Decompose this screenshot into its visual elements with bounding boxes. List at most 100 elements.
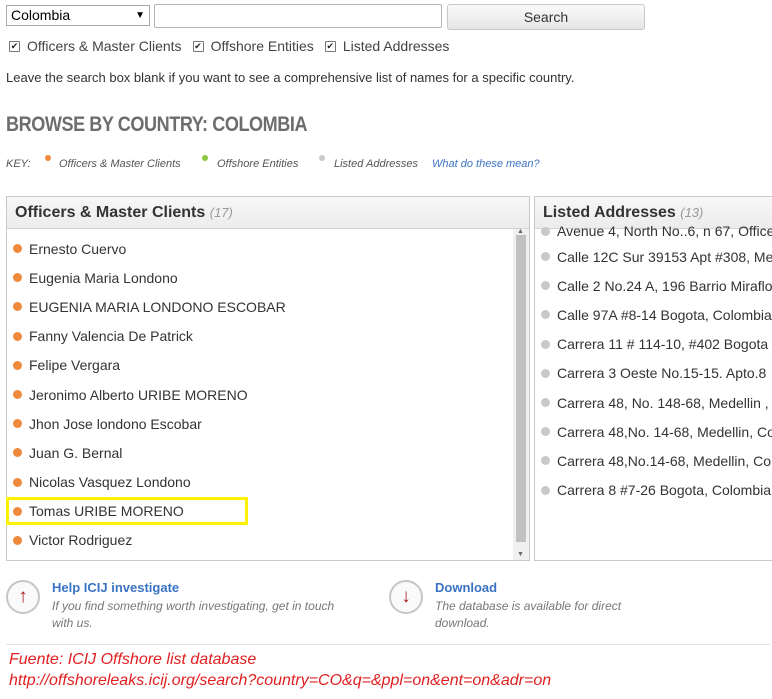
country-select[interactable]: Colombia ▼ <box>6 5 150 26</box>
search-button[interactable]: Search <box>447 4 645 30</box>
address-dot-icon <box>541 485 550 495</box>
list-item[interactable]: Victor Rodriguez <box>7 526 529 555</box>
list-item[interactable]: Avenue 4, North No..6, n 67, Office <box>535 220 772 242</box>
address-text: Carrera 48,No. 14-68, Medellin, Co <box>557 423 772 440</box>
download-desc: The database is available for direct dow… <box>435 598 621 632</box>
officer-dot-icon <box>13 360 22 370</box>
key-addresses: Listed Addresses <box>334 158 418 170</box>
list-item[interactable]: Ernesto Cuervo <box>7 234 529 263</box>
list-item[interactable]: Carrera 11 # 114-10, #402 Bogota <box>535 330 772 359</box>
list-item[interactable]: Fanny Valencia De Patrick <box>7 322 529 351</box>
filter-entities-label: Offshore Entities <box>210 38 314 54</box>
officer-dot-icon <box>13 448 22 458</box>
address-dot-icon <box>541 226 550 236</box>
officer-name: Jhon Jose londono Escobar <box>29 415 202 432</box>
filter-addresses-label: Listed Addresses <box>342 38 450 54</box>
list-item[interactable]: Carrera 8 #7-26 Bogota, Colombia <box>535 476 772 505</box>
source-url: http://offshoreleaks.icij.org/search?cou… <box>9 672 552 689</box>
key-help-link[interactable]: What do these mean? <box>432 158 540 170</box>
officer-dot-icon <box>13 244 22 254</box>
list-item-highlighted[interactable]: Tomas URIBE MORENO <box>7 497 529 526</box>
officer-name: Fanny Valencia De Patrick <box>29 328 193 345</box>
help-desc-line-1: If you find something worth investigatin… <box>52 599 335 613</box>
chevron-down-icon: ▼ <box>135 10 145 21</box>
page-title: BROWSE BY COUNTRY: COLOMBIA <box>6 113 308 136</box>
officers-checkbox-icon[interactable]: ✔ <box>9 40 20 52</box>
address-text: Carrera 8 #7-26 Bogota, Colombia <box>557 482 772 499</box>
scroll-down-icon[interactable]: ▼ <box>517 551 524 558</box>
list-item[interactable]: Jeronimo Alberto URIBE MORENO <box>7 380 529 409</box>
address-text: Carrera 3 Oeste No.15-15. Apto.8 <box>557 365 767 382</box>
key-label: KEY: <box>6 158 31 170</box>
key-entities: Offshore Entities <box>217 158 299 170</box>
list-item[interactable]: Carrera 48,No.14-68, Medellin, Co <box>535 446 772 475</box>
divider <box>6 644 770 645</box>
filter-officers[interactable]: ✔ Officers & Master Clients <box>9 38 182 54</box>
officer-dot-icon <box>13 506 22 516</box>
list-item[interactable]: Carrera 48,No. 14-68, Medellin, Co <box>535 417 772 446</box>
download-desc-line-2: download. <box>435 616 490 630</box>
officer-name: Felipe Vergara <box>29 357 121 374</box>
list-item[interactable]: Calle 2 No.24 A, 196 Barrio Miraflo <box>535 271 772 300</box>
officers-panel-title: Officers & Master Clients <box>15 204 206 221</box>
addresses-checkbox-icon[interactable]: ✔ <box>324 40 336 52</box>
source-caption: Fuente: ICIJ Offshore list database <box>9 651 257 668</box>
address-dot-icon <box>541 368 550 378</box>
list-item[interactable]: Calle 12C Sur 39153 Apt #308, Me <box>535 242 772 271</box>
entities-checkbox-icon[interactable]: ✔ <box>192 40 204 52</box>
officer-dot-icon <box>45 155 51 161</box>
filter-entities[interactable]: ✔ Offshore Entities <box>192 38 314 54</box>
download-block: ↓ Download The database is available for… <box>389 578 669 638</box>
addresses-panel-title: Listed Addresses <box>543 204 676 221</box>
arrow-down-icon[interactable]: ↓ <box>389 580 423 614</box>
addresses-count: (13) <box>680 205 704 220</box>
officer-name: EUGENIA MARIA LONDONO ESCOBAR <box>29 298 286 315</box>
list-item[interactable]: Calle 97A #8-14 Bogota, Colombia <box>535 300 772 329</box>
entity-dot-icon <box>202 155 208 161</box>
scroll-thumb[interactable] <box>516 235 526 542</box>
list-item[interactable]: Carrera 48, No. 148-68, Medellin , <box>535 388 772 417</box>
search-bar: Colombia ▼ Search <box>6 4 646 30</box>
address-text: Carrera 48,No.14-68, Medellin, Co <box>557 452 771 469</box>
list-item[interactable]: EUGENIA MARIA LONDONO ESCOBAR <box>7 292 529 321</box>
officer-dot-icon <box>13 535 22 545</box>
address-dot-icon <box>541 398 550 408</box>
officer-dot-icon <box>13 302 22 312</box>
download-desc-line-1: The database is available for direct <box>435 599 622 613</box>
arrow-up-icon[interactable]: ↑ <box>6 580 40 614</box>
list-item[interactable]: Eugenia Maria Londono <box>7 263 529 292</box>
officer-name: Tomas URIBE MORENO <box>29 503 184 520</box>
filter-options: ✔ Officers & Master Clients ✔ Offshore E… <box>9 38 449 54</box>
officers-panel: Officers & Master Clients (17) Ernesto C… <box>6 196 530 561</box>
list-item[interactable]: Nicolas Vasquez Londono <box>7 468 529 497</box>
help-investigate-desc: If you find something worth investigatin… <box>52 598 334 632</box>
filter-addresses[interactable]: ✔ Listed Addresses <box>324 38 450 54</box>
help-investigate-link[interactable]: Help ICIJ investigate <box>52 580 179 595</box>
list-item[interactable]: Juan G. Bernal <box>7 438 529 467</box>
officer-name: Jeronimo Alberto URIBE MORENO <box>29 386 248 403</box>
officer-dot-icon <box>13 477 22 487</box>
address-text: Avenue 4, North No..6, n 67, Office <box>557 223 772 239</box>
officer-dot-icon <box>13 390 22 400</box>
officer-dot-icon <box>13 419 22 429</box>
scroll-up-icon[interactable]: ▲ <box>517 228 524 235</box>
address-text: Calle 2 No.24 A, 196 Barrio Miraflo <box>557 277 772 294</box>
addresses-panel: Listed Addresses (13) Avenue 4, North No… <box>534 196 772 561</box>
officer-dot-icon <box>13 273 22 283</box>
list-item[interactable]: Jhon Jose londono Escobar <box>7 409 529 438</box>
address-text: Calle 97A #8-14 Bogota, Colombia <box>557 306 772 323</box>
address-dot-icon <box>541 456 550 466</box>
address-dot-icon <box>541 252 550 262</box>
officer-dot-icon <box>13 331 22 341</box>
list-item[interactable]: Carrera 3 Oeste No.15-15. Apto.8 <box>535 359 772 388</box>
address-text: Carrera 11 # 114-10, #402 Bogota <box>557 336 769 353</box>
officer-name: Victor Rodriguez <box>29 532 133 549</box>
address-dot-icon <box>541 310 550 320</box>
officers-scrollbar[interactable]: ▲ ▼ <box>513 228 529 560</box>
search-input[interactable] <box>154 4 442 28</box>
list-item[interactable]: Felipe Vergara <box>7 351 529 380</box>
addresses-list: Avenue 4, North No..6, n 67, Office Call… <box>535 220 772 505</box>
officer-name: Ernesto Cuervo <box>29 240 127 257</box>
address-dot-icon <box>541 427 550 437</box>
download-link[interactable]: Download <box>435 580 497 595</box>
